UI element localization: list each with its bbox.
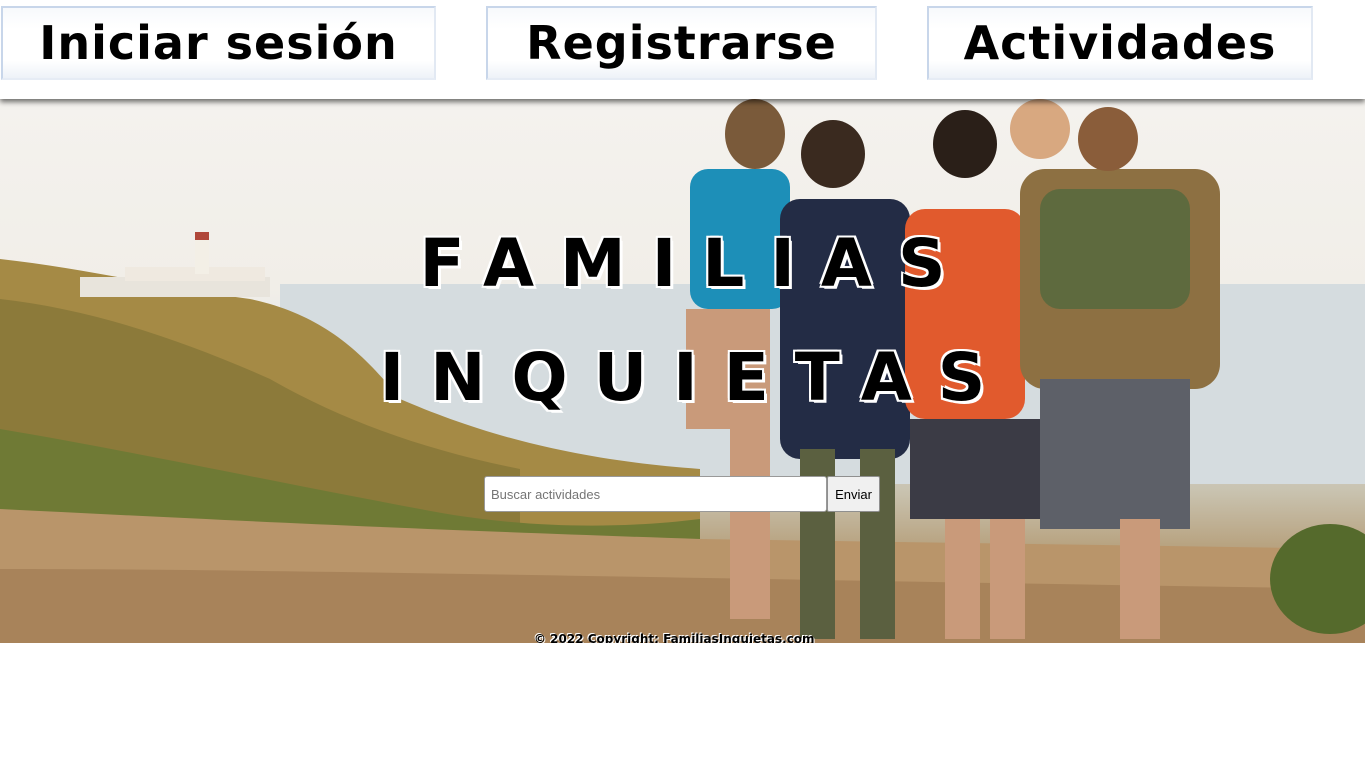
hero-title-line-2: INQUIETAS	[379, 339, 1012, 416]
hero-section: FAMILIAS INQUIETAS Enviar © 2022 Copyrig…	[0, 99, 1365, 643]
register-button[interactable]: Registrarse	[486, 6, 877, 80]
register-button-label: Registrarse	[526, 16, 837, 70]
activities-button-label: Actividades	[963, 16, 1277, 70]
search-submit-button[interactable]: Enviar	[827, 476, 880, 512]
search-form: Enviar	[484, 476, 880, 512]
hero-title-line-1: FAMILIAS	[419, 225, 972, 302]
login-button[interactable]: Iniciar sesión	[1, 6, 436, 80]
copyright-text: © 2022 Copyright: FamiliasInquietas.com	[534, 632, 815, 643]
search-input[interactable]	[484, 476, 827, 512]
top-navbar: Iniciar sesión Registrarse Actividades	[0, 0, 1365, 99]
login-button-label: Iniciar sesión	[39, 16, 398, 70]
activities-button[interactable]: Actividades	[927, 6, 1313, 80]
